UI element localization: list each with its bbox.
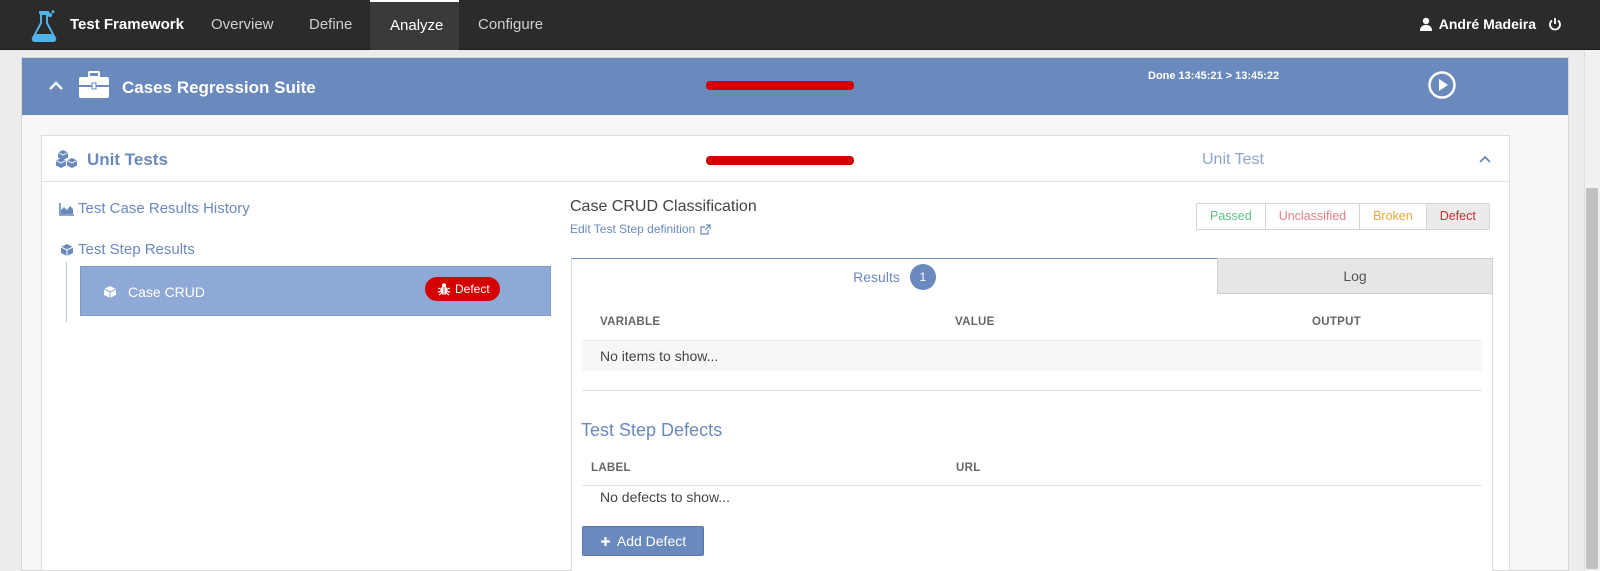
classify-broken-button[interactable]: Broken <box>1360 204 1427 229</box>
chevron-up-icon[interactable] <box>48 78 64 94</box>
area-chart-icon <box>59 202 74 216</box>
case-classification-title: Case CRUD Classification <box>570 198 757 215</box>
defect-badge: Defect <box>425 277 500 301</box>
play-icon[interactable] <box>1427 70 1457 100</box>
redaction-bar <box>706 81 854 90</box>
user-icon <box>1419 17 1432 31</box>
briefcase-icon <box>79 71 109 98</box>
defects-empty-text: No defects to show... <box>600 489 730 505</box>
nav-tab-overview[interactable]: Overview <box>191 0 294 50</box>
chevron-up-icon[interactable] <box>1478 152 1492 166</box>
test-step-defects-title: Test Step Defects <box>581 420 723 440</box>
add-defect-label: Add Defect <box>616 533 687 549</box>
user-menu[interactable]: André Madeira <box>1419 16 1562 32</box>
column-header-variable: VARIABLE <box>600 316 661 328</box>
history-link-label: Test Case Results History <box>78 200 250 217</box>
step-item-case-crud[interactable]: Case CRUD Defect <box>80 266 551 316</box>
unit-tests-title: Unit Tests <box>87 150 168 169</box>
nav-tab-configure[interactable]: Configure <box>458 0 563 50</box>
power-icon[interactable] <box>1548 17 1562 31</box>
flask-logo-icon[interactable] <box>30 10 58 42</box>
external-link-icon <box>700 223 711 235</box>
tab-results-label: Results <box>853 268 900 285</box>
section-divider <box>582 390 1482 391</box>
defect-badge-label: Defect <box>455 282 490 296</box>
unit-test-type: Unit Test <box>1202 151 1264 168</box>
classify-defect-button[interactable]: Defect <box>1426 204 1489 229</box>
nav-tab-define[interactable]: Define <box>289 0 372 50</box>
step-item-label: Case CRUD <box>128 284 206 300</box>
tree-connector <box>66 262 67 322</box>
cubes-icon <box>56 150 78 168</box>
suite-status: Done 13:45:21 > 13:45:22 <box>1148 70 1280 82</box>
test-step-results-link[interactable]: Test Step Results <box>59 241 195 258</box>
nav-tab-analyze[interactable]: Analyze <box>370 0 459 50</box>
top-navbar: Test Framework Overview Define Analyze C… <box>0 0 1600 50</box>
suite-header[interactable]: Cases Regression Suite Done 13:45:21 > 1… <box>22 58 1568 115</box>
step-results-label: Test Step Results <box>78 241 195 258</box>
tab-log[interactable]: Log <box>1217 258 1493 294</box>
results-empty-text: No items to show... <box>600 348 719 364</box>
defects-header-divider <box>582 485 1482 486</box>
classify-unclassified-button[interactable]: Unclassified <box>1266 204 1361 229</box>
add-defect-button[interactable]: Add Defect <box>582 526 704 556</box>
results-count-badge: 1 <box>909 263 936 290</box>
redaction-bar <box>706 156 854 165</box>
bug-icon <box>437 283 451 296</box>
tab-results[interactable]: Results 1 <box>571 258 1217 294</box>
column-header-url: URL <box>956 462 981 474</box>
column-header-value: VALUE <box>955 316 995 328</box>
classification-button-group: Passed Unclassified Broken Defect <box>1196 203 1490 230</box>
cube-icon <box>60 243 74 256</box>
brand-name[interactable]: Test Framework <box>70 16 184 33</box>
column-header-label: LABEL <box>591 462 631 474</box>
unit-tests-header[interactable]: Unit Tests Unit Test <box>42 136 1509 182</box>
edit-link-label: Edit Test Step definition <box>570 222 696 236</box>
test-case-history-link[interactable]: Test Case Results History <box>59 200 250 217</box>
column-header-output: OUTPUT <box>1312 316 1362 328</box>
edit-step-definition-link[interactable]: Edit Test Step definition <box>570 222 711 236</box>
cube-icon <box>103 286 117 298</box>
classify-passed-button[interactable]: Passed <box>1197 204 1266 229</box>
scrollbar-thumb[interactable] <box>1586 188 1598 569</box>
page-scrollbar[interactable] <box>1584 50 1600 571</box>
user-name: André Madeira <box>1438 16 1536 32</box>
plus-icon <box>600 536 610 546</box>
suite-title: Cases Regression Suite <box>122 78 316 97</box>
